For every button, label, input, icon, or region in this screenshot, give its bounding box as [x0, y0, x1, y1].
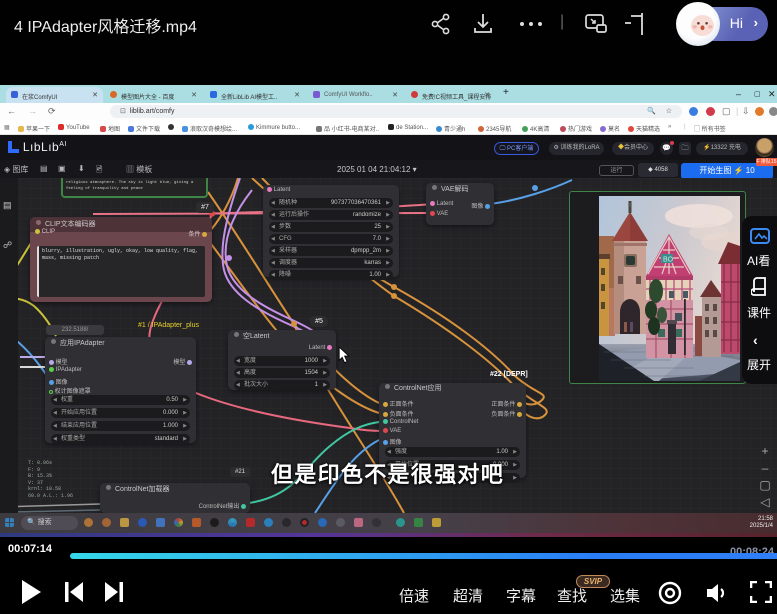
svg-text:BO: BO [663, 257, 674, 264]
